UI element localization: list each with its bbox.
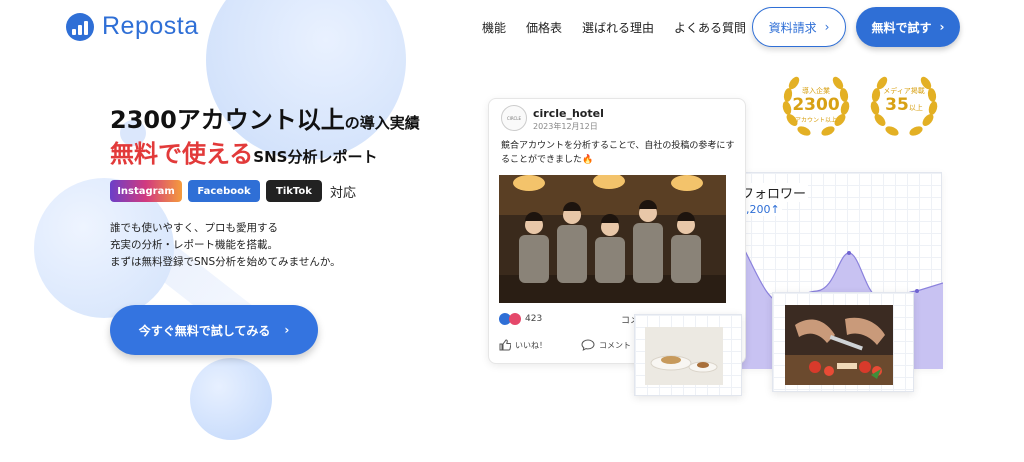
food-photo-card bbox=[634, 314, 742, 396]
follower-chart-title: フォロワー bbox=[739, 183, 809, 202]
award-value: 2300 bbox=[792, 95, 840, 115]
hero-cta-label: 今すぐ無料で試してみる bbox=[138, 323, 271, 338]
post-date: 2023年12月12日 bbox=[533, 122, 598, 131]
decor-bubble bbox=[190, 358, 272, 440]
post-text: 競合アカウントを分析することで、自社の投稿の参考にすることができました🔥 bbox=[501, 141, 735, 165]
hero-tagline-red: 無料で使える bbox=[110, 140, 254, 168]
award-media: メディア掲載 35以上 bbox=[866, 68, 942, 144]
main-nav: 機能 価格表 選ばれる理由 よくある質問 bbox=[482, 19, 766, 36]
nav-item-pricing[interactable]: 価格表 bbox=[526, 19, 562, 36]
like-action[interactable]: いいね！ bbox=[499, 339, 547, 351]
chevron-right-icon: › bbox=[824, 20, 830, 34]
hero-tagline: 無料で使えるSNS分析レポート bbox=[110, 134, 377, 169]
logo-chart-icon bbox=[66, 12, 94, 41]
facebook-badge: Facebook bbox=[188, 180, 260, 202]
love-reaction-icon bbox=[509, 313, 521, 325]
brand-name: Reposta bbox=[102, 12, 199, 40]
award-bottom: アカウント以上 bbox=[794, 117, 837, 124]
chevron-right-icon: › bbox=[939, 20, 945, 34]
plated-dish-photo bbox=[645, 327, 723, 385]
nav-item-faq[interactable]: よくある質問 bbox=[674, 19, 746, 36]
free-trial-button[interactable]: 無料で試す › bbox=[856, 7, 960, 47]
like-label: いいね！ bbox=[515, 340, 547, 350]
nav-item-reasons[interactable]: 選ばれる理由 bbox=[582, 19, 654, 36]
comment-bubble-icon bbox=[581, 339, 595, 351]
request-docs-button[interactable]: 資料請求 › bbox=[752, 7, 846, 47]
nav-item-features[interactable]: 機能 bbox=[482, 19, 506, 36]
post-actions: いいね！ コメント bbox=[499, 339, 631, 351]
description-line: まずは無料登録でSNS分析を始めてみませんか。 bbox=[110, 256, 341, 268]
chef-photo-card bbox=[772, 292, 914, 392]
hero-tagline-rest: SNS分析レポート bbox=[253, 148, 378, 166]
tiktok-badge: TikTok bbox=[266, 180, 322, 202]
platform-badges: Instagram Facebook TikTok 対応 bbox=[110, 180, 356, 202]
reaction-count: 423 bbox=[525, 314, 543, 324]
hero-headline-main: 2300アカウント以上 bbox=[110, 106, 345, 134]
chef-cutting-photo bbox=[785, 305, 893, 385]
thumbs-up-icon bbox=[499, 339, 511, 351]
award-accounts: 導入企業 2300 アカウント以上 bbox=[778, 68, 854, 144]
description-line: 誰でも使いやすく、プロも愛用する bbox=[110, 222, 278, 234]
free-trial-label: 無料で試す bbox=[871, 20, 932, 35]
award-value: 35 bbox=[885, 95, 909, 115]
hero-headline: 2300アカウント以上の導入実績 bbox=[110, 100, 420, 135]
post-account-name: circle_hotel bbox=[533, 107, 604, 120]
comment-label: コメント bbox=[599, 340, 631, 350]
award-text: メディア掲載 35以上 bbox=[866, 86, 942, 118]
chevron-right-icon: › bbox=[284, 323, 290, 337]
award-unit: 以上 bbox=[908, 104, 923, 112]
instagram-badge: Instagram bbox=[110, 180, 182, 202]
award-text: 導入企業 2300 アカウント以上 bbox=[778, 86, 854, 124]
award-value-row: 35以上 bbox=[866, 96, 942, 118]
request-docs-label: 資料請求 bbox=[768, 20, 817, 35]
post-photo-hotel-staff bbox=[499, 175, 726, 303]
hero-headline-suffix: の導入実績 bbox=[344, 114, 420, 132]
hero-cta-button[interactable]: 今すぐ無料で試してみる › bbox=[110, 305, 318, 355]
comment-action[interactable]: コメント bbox=[581, 339, 631, 351]
account-avatar: CIRCLE bbox=[501, 105, 527, 131]
landing-page: Reposta 機能 価格表 選ばれる理由 よくある質問 資料請求 › 無料で試… bbox=[0, 0, 1024, 462]
description-line: 充実の分析・レポート機能を搭載。 bbox=[110, 239, 278, 251]
post-reactions[interactable]: 423 bbox=[499, 313, 542, 325]
hero-description: 誰でも使いやすく、プロも愛用する 充実の分析・レポート機能を搭載。 まずは無料登… bbox=[110, 220, 341, 271]
platforms-suffix: 対応 bbox=[330, 185, 357, 201]
brand-logo[interactable]: Reposta bbox=[66, 12, 199, 41]
